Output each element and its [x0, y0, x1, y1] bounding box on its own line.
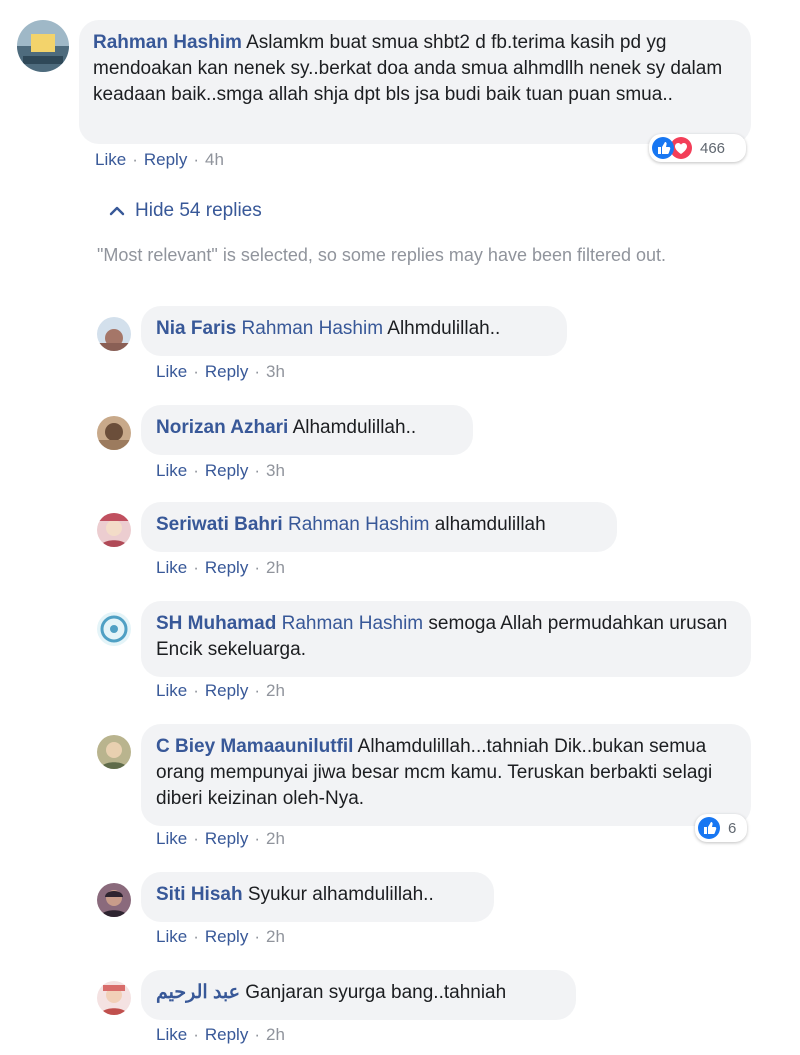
reply-actions: Like · Reply · 2h — [156, 681, 285, 701]
separator: · — [132, 150, 138, 169]
like-reaction-icon — [698, 817, 720, 839]
reply-link[interactable]: Reply — [205, 461, 248, 480]
reply-link[interactable]: Reply — [205, 1025, 248, 1044]
reply-author[interactable]: C Biey Mamaaunilutfil — [156, 736, 353, 757]
reaction-summary[interactable]: 466 — [649, 134, 746, 162]
avatar-image — [97, 416, 131, 450]
timestamp[interactable]: 2h — [266, 558, 285, 577]
reply-bubble: Nia Faris Rahman Hashim Alhmdulillah.. — [141, 306, 567, 356]
reply-bubble: Seriwati Bahri Rahman Hashim alhamdulill… — [141, 502, 617, 552]
like-link[interactable]: Like — [156, 829, 187, 848]
like-link[interactable]: Like — [95, 150, 126, 169]
reply-link[interactable]: Reply — [205, 681, 248, 700]
timestamp[interactable]: 2h — [266, 681, 285, 700]
reply-actions: Like · Reply · 3h — [156, 461, 285, 481]
separator: · — [254, 461, 260, 480]
reply-text: Syukur alhamdulillah.. — [247, 884, 434, 905]
reply-text: Alhmdulillah.. — [387, 318, 501, 339]
reply-actions: Like · Reply · 2h — [156, 829, 285, 849]
avatar-image — [97, 317, 131, 351]
separator: · — [193, 1025, 199, 1044]
avatar-image — [97, 735, 131, 769]
reply-link[interactable]: Reply — [205, 927, 248, 946]
separator: · — [193, 829, 199, 848]
comment-bubble: Rahman Hashim Aslamkm buat smua shbt2 d … — [79, 20, 751, 144]
reply-author[interactable]: Seriwati Bahri — [156, 514, 283, 535]
reply-author[interactable]: Norizan Azhari — [156, 417, 288, 438]
separator: · — [193, 558, 199, 577]
reply-actions: Like · Reply · 2h — [156, 927, 285, 947]
reply-actions: Like · Reply · 2h — [156, 1025, 285, 1045]
separator: · — [254, 362, 260, 381]
like-reaction-icon — [652, 137, 674, 159]
avatar[interactable] — [97, 513, 131, 547]
reply-bubble: عبد الرحيم Ganjaran syurga bang..tahniah — [141, 970, 576, 1020]
reply-author[interactable]: Siti Hisah — [156, 884, 243, 905]
timestamp[interactable]: 2h — [266, 829, 285, 848]
reply-author[interactable]: SH Muhamad — [156, 613, 276, 634]
timestamp[interactable]: 2h — [266, 927, 285, 946]
avatar-image — [97, 513, 131, 547]
reply-text: Alhamdulillah.. — [292, 417, 417, 438]
reply-bubble: Siti Hisah Syukur alhamdulillah.. — [141, 872, 494, 922]
reply-link[interactable]: Reply — [205, 558, 248, 577]
timestamp[interactable]: 4h — [205, 150, 224, 169]
separator: · — [254, 558, 260, 577]
like-link[interactable]: Like — [156, 681, 187, 700]
filter-note: "Most relevant" is selected, so some rep… — [97, 245, 667, 265]
reaction-count: 6 — [728, 819, 737, 837]
reply-author[interactable]: عبد الرحيم — [156, 982, 240, 1003]
avatar[interactable] — [97, 981, 131, 1015]
separator: · — [193, 461, 199, 480]
avatar-image — [97, 981, 131, 1015]
timestamp[interactable]: 2h — [266, 1025, 285, 1044]
separator: · — [193, 150, 199, 169]
reaction-count: 466 — [700, 139, 726, 157]
reply-bubble: SH Muhamad Rahman Hashim semoga Allah pe… — [141, 601, 751, 677]
avatar[interactable] — [97, 317, 131, 351]
avatar-image — [17, 20, 69, 72]
chevron-up-icon — [109, 206, 125, 216]
avatar-image — [97, 612, 131, 646]
avatar[interactable] — [97, 612, 131, 646]
reply-text: alhamdulillah — [434, 514, 546, 535]
reaction-summary[interactable]: 6 — [695, 814, 747, 842]
separator: · — [254, 1025, 260, 1044]
separator: · — [193, 362, 199, 381]
reply-text: Ganjaran syurga bang..tahniah — [245, 982, 507, 1003]
like-link[interactable]: Like — [156, 558, 187, 577]
like-link[interactable]: Like — [156, 362, 187, 381]
reply-actions: Like · Reply · 2h — [156, 558, 285, 578]
mention-link[interactable]: Rahman Hashim — [282, 613, 424, 634]
reply-link[interactable]: Reply — [205, 362, 248, 381]
avatar[interactable] — [17, 20, 69, 72]
hide-replies-link[interactable]: Hide 54 replies — [109, 200, 262, 222]
separator: · — [193, 927, 199, 946]
like-link[interactable]: Like — [156, 461, 187, 480]
separator: · — [193, 681, 199, 700]
comment-author[interactable]: Rahman Hashim — [93, 32, 242, 53]
like-link[interactable]: Like — [156, 1025, 187, 1044]
comment-actions: Like · Reply · 4h — [95, 150, 224, 170]
reply-bubble: Norizan Azhari Alhamdulillah.. — [141, 405, 473, 455]
avatar[interactable] — [97, 735, 131, 769]
separator: · — [254, 829, 260, 848]
avatar[interactable] — [97, 883, 131, 917]
timestamp[interactable]: 3h — [266, 362, 285, 381]
timestamp[interactable]: 3h — [266, 461, 285, 480]
mention-link[interactable]: Rahman Hashim — [242, 318, 384, 339]
reply-actions: Like · Reply · 3h — [156, 362, 285, 382]
avatar[interactable] — [97, 416, 131, 450]
reply-author[interactable]: Nia Faris — [156, 318, 236, 339]
reply-link[interactable]: Reply — [144, 150, 187, 169]
hide-replies-label: Hide 54 replies — [135, 200, 262, 221]
reply-link[interactable]: Reply — [205, 829, 248, 848]
reply-bubble: C Biey Mamaaunilutfil Alhamdulillah...ta… — [141, 724, 751, 826]
separator: · — [254, 927, 260, 946]
separator: · — [254, 681, 260, 700]
avatar-image — [97, 883, 131, 917]
like-link[interactable]: Like — [156, 927, 187, 946]
mention-link[interactable]: Rahman Hashim — [288, 514, 430, 535]
